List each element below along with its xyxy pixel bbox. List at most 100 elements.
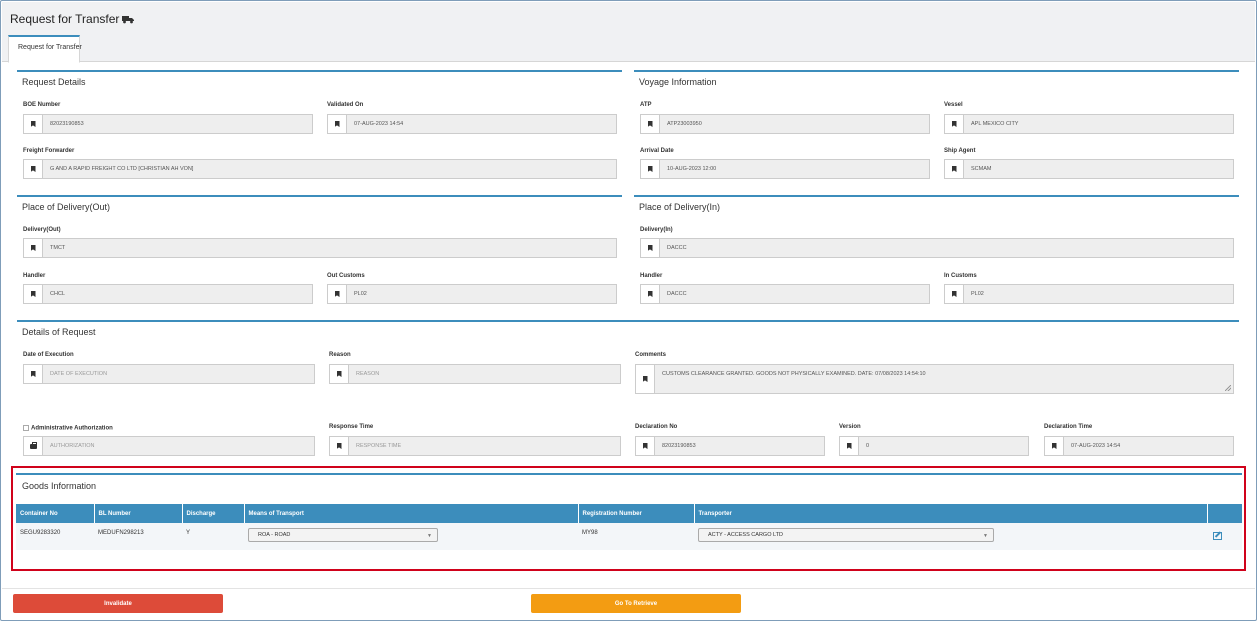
declaration-no-field[interactable]: 82023190853 xyxy=(635,436,825,456)
means-of-transport-value: ROA - ROAD xyxy=(258,532,291,538)
edit-icon[interactable] xyxy=(1213,532,1222,540)
delivery-out-value: TMCT xyxy=(50,245,66,251)
comments-textarea[interactable]: CUSTOMS CLEARANCE GRANTED. GOODS NOT PHY… xyxy=(635,364,1234,394)
comments-label: Comments xyxy=(635,352,667,358)
arrival-date-field[interactable]: 10-AUG-2023 12:00 xyxy=(640,159,930,179)
go-to-retrieve-button[interactable]: Go To Retrieve xyxy=(531,594,741,613)
bookmark-icon xyxy=(636,365,655,393)
bookmark-icon xyxy=(641,160,660,178)
panel-title: Request Details xyxy=(22,77,86,87)
admin-authorization-checkbox[interactable] xyxy=(23,425,29,431)
column-header: Registration Number xyxy=(578,504,695,523)
date-of-execution-input[interactable]: DATE OF EXECUTION xyxy=(23,364,315,384)
bookmark-icon xyxy=(641,115,660,133)
bookmark-icon xyxy=(636,437,655,455)
handler-out-value: CHCL xyxy=(50,291,65,297)
response-time-input[interactable]: RESPONSE TIME xyxy=(329,436,621,456)
vessel-field[interactable]: APL MEXICO CITY xyxy=(944,114,1234,134)
bookmark-icon xyxy=(945,115,964,133)
handler-out-label: Handler xyxy=(23,273,46,279)
bookmark-icon xyxy=(330,365,349,383)
delivery-in-value: DACCC xyxy=(667,245,687,251)
vessel-label: Vessel xyxy=(944,102,963,108)
in-customs-field[interactable]: PL02 xyxy=(944,284,1234,304)
date-of-execution-label: Date of Execution xyxy=(23,352,74,358)
bookmark-icon xyxy=(945,285,964,303)
freight-forwarder-value: G AND A RAPID FREIGHT CO LTD [CHRISTIAN … xyxy=(50,166,194,172)
resize-grip-icon[interactable] xyxy=(1225,385,1231,391)
ship-agent-field[interactable]: SCMAM xyxy=(944,159,1234,179)
column-header: BL Number xyxy=(94,504,183,523)
atp-field[interactable]: ATP23003950 xyxy=(640,114,930,134)
bookmark-icon xyxy=(24,115,43,133)
table-row: SEGU9283320 MEDUFN298213 Y ROA - ROAD ▼ … xyxy=(16,523,1242,550)
panel-title: Voyage Information xyxy=(639,77,717,87)
container-no-cell: SEGU9283320 xyxy=(16,523,94,550)
out-customs-label: Out Customs xyxy=(327,273,365,279)
out-customs-value: PL02 xyxy=(354,291,367,297)
admin-authorization-label: Administrative Authorization xyxy=(23,425,113,432)
validated-on-field[interactable]: 07-AUG-2023 14:54 xyxy=(327,114,617,134)
response-time-label: Response Time xyxy=(329,424,374,430)
panel-title: Place of Delivery(In) xyxy=(639,202,721,212)
bookmark-icon xyxy=(945,160,964,178)
bookmark-icon xyxy=(24,285,43,303)
bookmark-icon xyxy=(1045,437,1064,455)
delivery-in-field[interactable]: DACCC xyxy=(640,238,1234,258)
means-of-transport-select[interactable]: ROA - ROAD ▼ xyxy=(248,528,438,542)
authorization-input[interactable]: AUTHORIZATION xyxy=(23,436,315,456)
comments-value: CUSTOMS CLEARANCE GRANTED. GOODS NOT PHY… xyxy=(662,371,926,377)
bookmark-icon xyxy=(641,285,660,303)
page-header: Request for Transfer xyxy=(2,2,1255,34)
handler-in-label: Handler xyxy=(640,273,663,279)
panel-title: Details of Request xyxy=(22,327,96,337)
freight-forwarder-label: Freight Forwarder xyxy=(23,148,75,154)
means-of-transport-cell: ROA - ROAD ▼ xyxy=(244,523,578,550)
boe-number-value: 82023190853 xyxy=(50,121,84,127)
column-header-actions xyxy=(1207,504,1243,523)
declaration-time-field[interactable]: 07-AUG-2023 14:54 xyxy=(1044,436,1234,456)
bookmark-icon xyxy=(24,239,43,257)
comments-text: CUSTOMS CLEARANCE GRANTED. GOODS NOT PHY… xyxy=(655,365,1233,393)
bookmark-icon xyxy=(641,239,660,257)
handler-in-field[interactable]: DACCC xyxy=(640,284,930,304)
goods-table: Container No BL Number Discharge Means o… xyxy=(16,504,1243,550)
atp-label: ATP xyxy=(640,102,652,108)
date-of-execution-placeholder: DATE OF EXECUTION xyxy=(50,371,108,377)
reason-input[interactable]: REASON xyxy=(329,364,621,384)
declaration-time-label: Declaration Time xyxy=(1044,424,1093,430)
boe-number-field[interactable]: 82023190853 xyxy=(23,114,313,134)
delivery-in-label: Delivery(In) xyxy=(640,227,673,233)
reason-label: Reason xyxy=(329,352,351,358)
reason-placeholder: REASON xyxy=(356,371,380,377)
tab-request-for-transfer[interactable]: Request for Transfer xyxy=(8,35,82,63)
out-customs-field[interactable]: PL02 xyxy=(327,284,617,304)
handler-out-field[interactable]: CHCL xyxy=(23,284,313,304)
boe-number-label: BOE Number xyxy=(23,102,61,108)
vessel-value: APL MEXICO CITY xyxy=(971,121,1019,127)
validated-on-label: Validated On xyxy=(327,102,364,108)
column-header: Transporter xyxy=(694,504,1208,523)
delivery-out-field[interactable]: TMCT xyxy=(23,238,617,258)
in-customs-value: PL02 xyxy=(971,291,984,297)
invalidate-button[interactable]: Invalidate xyxy=(13,594,223,613)
bl-number-cell: MEDUFN298213 xyxy=(94,523,182,550)
ship-agent-value: SCMAM xyxy=(971,166,992,172)
freight-forwarder-field[interactable]: G AND A RAPID FREIGHT CO LTD [CHRISTIAN … xyxy=(23,159,617,179)
chevron-down-icon: ▼ xyxy=(427,533,432,539)
response-time-placeholder: RESPONSE TIME xyxy=(356,443,402,449)
validated-on-value: 07-AUG-2023 14:54 xyxy=(354,121,404,127)
arrival-date-value: 10-AUG-2023 12:00 xyxy=(667,166,717,172)
admin-authorization-text: Administrative Authorization xyxy=(31,425,113,432)
version-field[interactable]: 0 xyxy=(839,436,1029,456)
declaration-no-value: 82023190853 xyxy=(662,443,696,449)
actions-cell xyxy=(1207,523,1242,550)
column-header: Container No xyxy=(16,504,95,523)
page-title: Request for Transfer xyxy=(10,12,135,26)
authorization-placeholder: AUTHORIZATION xyxy=(50,443,95,449)
declaration-time-value: 07-AUG-2023 14:54 xyxy=(1071,443,1121,449)
page-title-text: Request for Transfer xyxy=(10,12,120,26)
column-header: Means of Transport xyxy=(244,504,579,523)
chevron-down-icon: ▼ xyxy=(983,533,988,539)
transporter-select[interactable]: ACTY - ACCESS CARGO LTD ▼ xyxy=(698,528,994,542)
